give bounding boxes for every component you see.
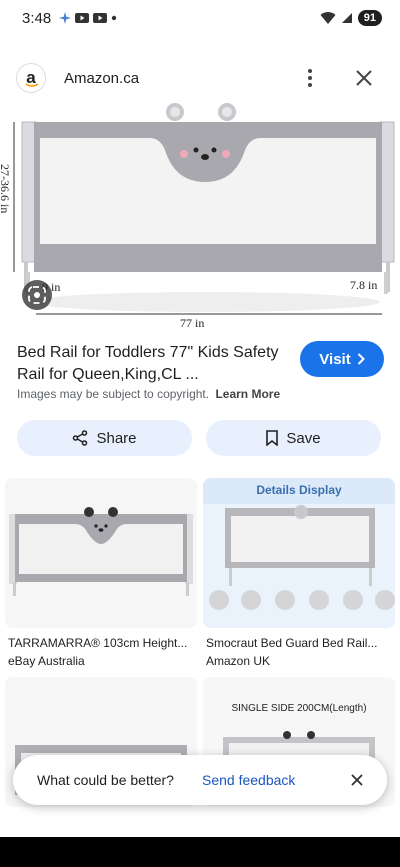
status-bar: 3:48 91 [0,0,400,36]
copyright-notice: Images may be subject to copyright. Lear… [17,387,280,401]
bookmark-icon [266,430,279,446]
amazon-logo-icon[interactable]: a [16,63,46,93]
feedback-question: What could be better? [37,772,174,788]
share-button[interactable]: Share [17,420,192,456]
smile-arrow-icon [25,83,39,87]
result-title-block: Bed Rail for Toddlers 77" Kids Safety Ra… [17,342,287,386]
related-result-source: eBay Australia [8,654,85,668]
youtube-icon [75,13,90,23]
lens-header: a Amazon.ca [0,58,400,98]
lens-search-icon[interactable] [22,280,52,310]
length-dimension-label: 77 in [180,316,205,330]
youtube-icon [93,13,108,23]
more-options-icon[interactable] [298,66,322,90]
share-icon [73,430,88,446]
status-right-icons: 91 [320,10,382,26]
image-overlay-title: Details Display [256,483,342,497]
battery-indicator: 91 [357,10,382,26]
learn-more-link[interactable]: Learn More [215,387,280,401]
dot-icon [112,15,117,21]
status-notification-icons [59,12,117,24]
wifi-icon [320,12,336,24]
related-result-image[interactable] [5,478,197,628]
height-dimension-label: 27-36.6 in [0,164,12,214]
share-label: Share [96,429,137,447]
site-name[interactable]: Amazon.ca [64,70,139,87]
related-result-title[interactable]: TARRAMARRA® 103cm Height... [8,636,198,650]
related-result-source: Amazon UK [206,654,271,668]
close-icon[interactable] [347,770,367,790]
system-navigation-bar [0,837,400,867]
main-product-image[interactable]: 27-36.6 in 9 in 7.8 in 77 in [0,102,400,330]
product-title[interactable]: Bed Rail for Toddlers 77" Kids Safety Ra… [17,342,287,386]
feedback-snackbar: What could be better? Send feedback [13,755,387,805]
save-button[interactable]: Save [206,420,381,456]
image-overlay-title: SINGLE SIDE 200CM(Length) [231,703,367,714]
signal-icon [341,13,352,23]
sparkle-icon [59,12,72,24]
visit-label: Visit [319,350,351,368]
related-result-title[interactable]: Smocraut Bed Guard Bed Rail... [206,636,396,650]
related-result-image[interactable]: Details Display [203,478,395,628]
status-time: 3:48 [22,9,52,27]
close-icon[interactable] [352,66,376,90]
right-gap-label: 7.8 in [350,278,378,292]
visit-button[interactable]: Visit [300,341,384,377]
copyright-text: Images may be subject to copyright. [17,387,210,401]
send-feedback-link[interactable]: Send feedback [202,772,295,788]
bed-rail-illustration [13,103,395,315]
chevron-right-icon [357,353,365,365]
save-label: Save [286,429,321,447]
